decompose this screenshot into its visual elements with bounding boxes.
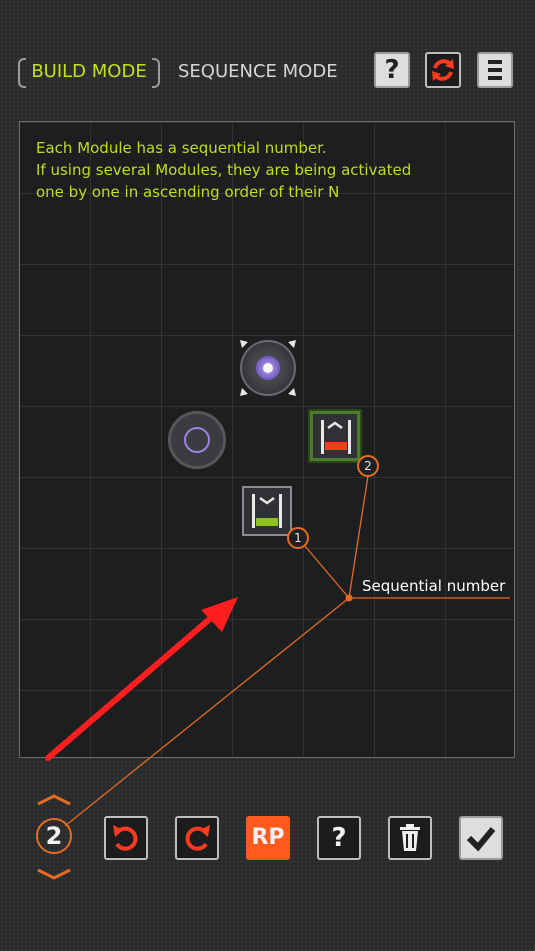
- red-level-bar: [325, 442, 347, 450]
- build-mode-label: BUILD MODE: [31, 61, 147, 82]
- menu-button[interactable]: [477, 52, 513, 88]
- ring-icon: [184, 427, 210, 453]
- sequence-number-value[interactable]: 2: [36, 818, 72, 854]
- move-arrows-icon: [240, 340, 296, 396]
- menu-icon: [488, 60, 502, 80]
- rotate-left-button[interactable]: [104, 816, 148, 860]
- green-level-bar: [256, 518, 278, 526]
- sequence-up-button[interactable]: [34, 792, 74, 808]
- checkmark-icon: [466, 827, 496, 852]
- refresh-button[interactable]: [425, 52, 461, 88]
- green-container-module[interactable]: [242, 486, 292, 536]
- help-button[interactable]: ?: [317, 816, 361, 860]
- eye-module[interactable]: [240, 340, 296, 396]
- trash-icon: [400, 824, 420, 851]
- build-mode-tab[interactable]: BUILD MODE: [18, 58, 160, 88]
- rotate-left-icon: [113, 825, 138, 851]
- rotate-right-button[interactable]: [175, 816, 219, 860]
- chevron-down-icon: [259, 496, 275, 505]
- confirm-button[interactable]: [459, 816, 503, 860]
- chevron-up-icon: [327, 421, 343, 430]
- callout-label: Sequential number: [362, 577, 506, 595]
- sequence-badge: 2: [357, 455, 379, 477]
- delete-button[interactable]: [388, 816, 432, 860]
- build-board[interactable]: [19, 121, 515, 758]
- refresh-icon: [432, 59, 454, 81]
- chevron-up-icon: [37, 794, 71, 806]
- ring-module[interactable]: [168, 411, 226, 469]
- hint-text: Each Module has a sequential number. If …: [36, 139, 412, 201]
- sequence-down-button[interactable]: [34, 866, 74, 882]
- bracket-left-icon: [18, 58, 26, 88]
- chevron-down-icon: [37, 868, 71, 880]
- red-container-module[interactable]: [308, 409, 362, 463]
- bracket-right-icon: [152, 58, 160, 88]
- rotate-right-icon: [185, 825, 210, 851]
- sequence-mode-tab[interactable]: SEQUENCE MODE: [178, 58, 338, 86]
- rp-button[interactable]: RP: [246, 816, 290, 860]
- sequence-badge: 1: [287, 527, 309, 549]
- help-button[interactable]: ?: [374, 52, 410, 88]
